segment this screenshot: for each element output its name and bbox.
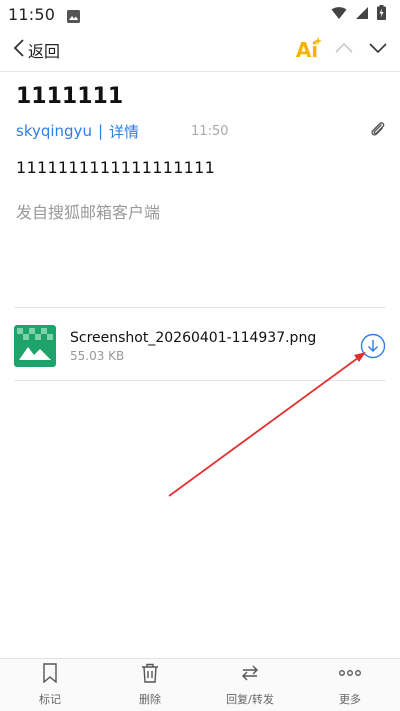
delete-button[interactable]: 删除 [100,659,200,711]
reply-forward-label: 回复/转发 [226,693,274,706]
mark-label: 标记 [39,693,61,706]
email-signature: 发自搜狐邮箱客户端 [16,203,161,222]
top-actions: Ai [294,36,388,63]
more-button[interactable]: 更多 [300,659,400,711]
details-link[interactable]: 详情 [109,121,139,142]
attachment-info: Screenshot_20260401-114937.png 55.03 KB [70,330,316,363]
mail-detail-screen: 11:50 返回 Ai 1111111 skyqingyu | 详情 11:50… [0,0,400,711]
divider [14,307,386,308]
email-meta-row: skyqingyu | 详情 11:50 [16,120,386,142]
cellular-signal-icon [355,5,369,24]
paperclip-icon[interactable] [370,120,386,142]
attachment-name: Screenshot_20260401-114937.png [70,329,317,346]
bottom-toolbar: 标记 删除 回复/转发 更多 [0,658,400,711]
status-icons [331,4,386,24]
divider [14,380,386,381]
more-dots-icon [338,663,362,687]
reply-forward-icon [239,663,261,687]
ai-assistant-icon[interactable]: Ai [294,36,322,63]
previous-mail-icon[interactable] [334,40,354,59]
download-icon[interactable] [360,333,386,359]
top-nav-bar: 返回 Ai [0,28,400,72]
status-time: 11:50 [8,4,56,24]
battery-charging-icon [377,4,386,24]
mark-button[interactable]: 标记 [0,659,100,711]
back-button[interactable]: 返回 [12,38,60,62]
email-body: 1111111111111111111 [16,158,216,177]
wifi-icon [331,5,347,24]
next-mail-icon[interactable] [368,40,388,59]
gallery-notification-icon [67,8,81,23]
back-label: 返回 [28,41,61,61]
chevron-left-icon [12,38,26,62]
attachment-size: 55.03 KB [70,348,125,363]
more-label: 更多 [339,693,361,706]
meta-separator: | [97,122,104,140]
bookmark-icon [42,663,58,687]
email-subject: 1111111 [16,84,124,109]
image-file-icon [14,325,56,367]
email-time: 11:50 [191,123,229,139]
reply-forward-button[interactable]: 回复/转发 [200,659,300,711]
sender-name[interactable]: skyqingyu [16,122,92,140]
status-bar: 11:50 [0,0,400,28]
trash-icon [141,663,159,687]
attachment-item[interactable]: Screenshot_20260401-114937.png 55.03 KB [14,318,386,374]
delete-label: 删除 [139,693,161,706]
